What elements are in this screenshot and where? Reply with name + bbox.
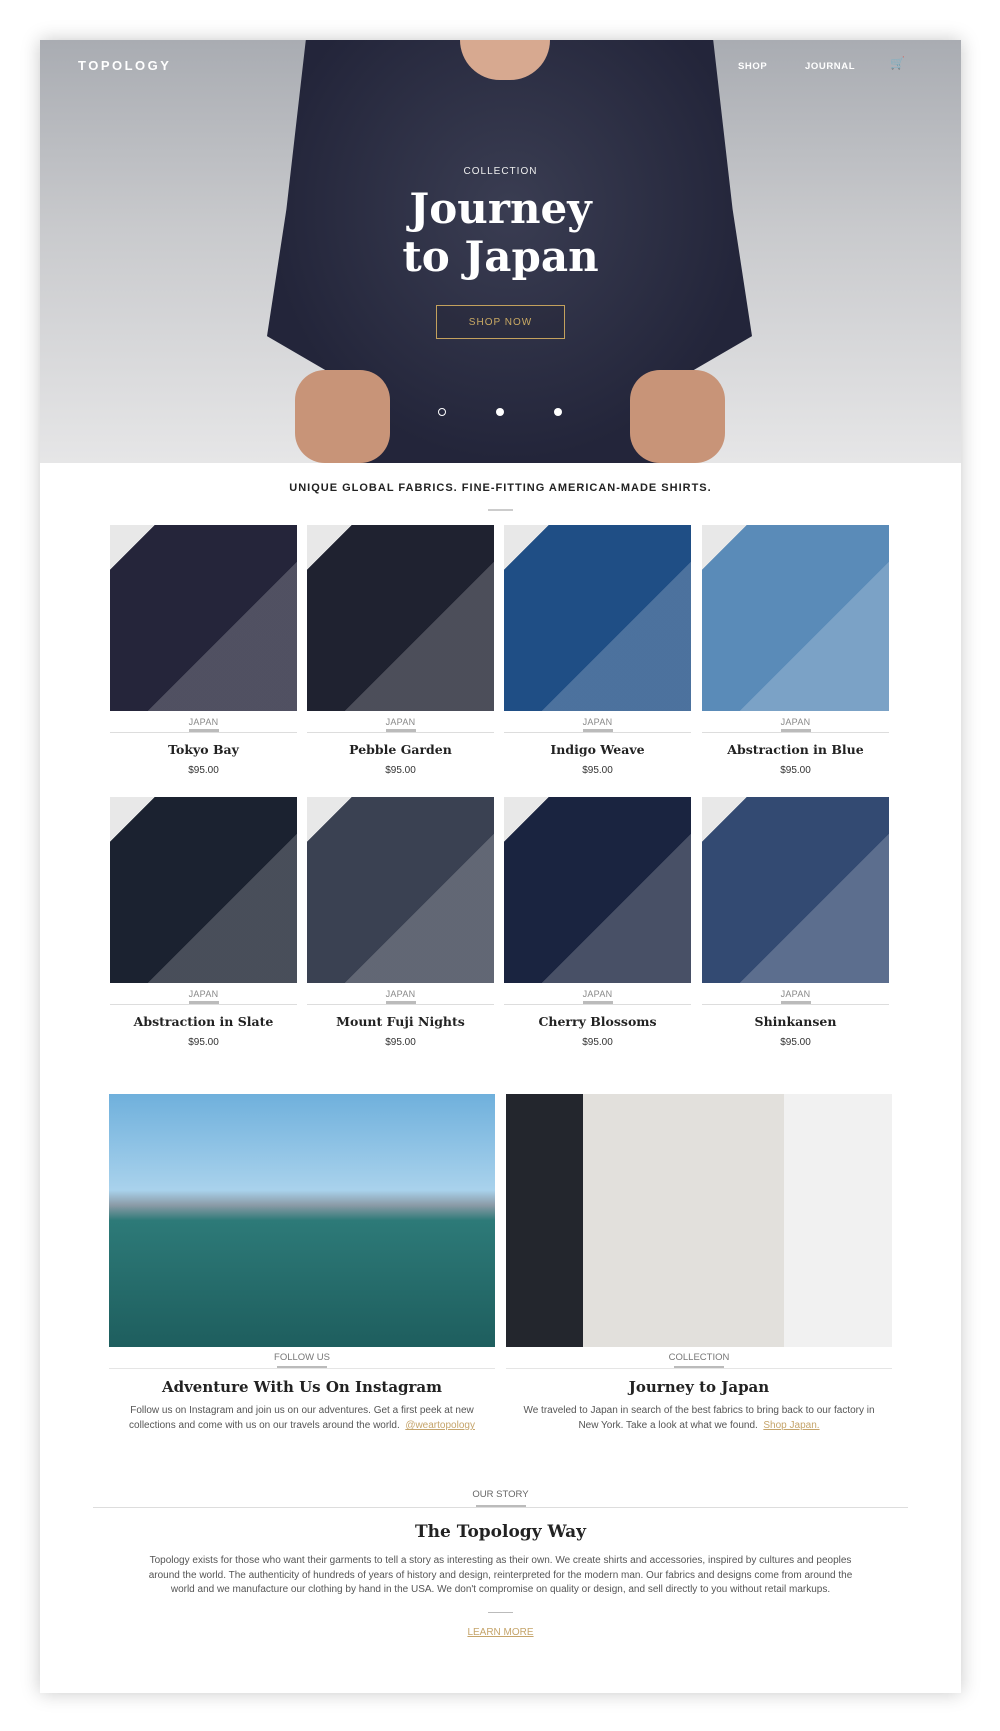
product-card[interactable]: JAPAN Cherry Blossoms $95.00 — [504, 797, 691, 1048]
divider — [488, 1611, 513, 1613]
hero-kicker: COLLECTION — [463, 166, 538, 177]
feature-link[interactable]: Shop Japan. — [763, 1420, 819, 1431]
product-name[interactable]: Abstraction in Blue — [702, 742, 889, 757]
product-category: JAPAN — [188, 989, 219, 999]
feature-category: FOLLOW US — [274, 1352, 330, 1363]
product-category: JAPAN — [582, 717, 613, 727]
product-name[interactable]: Shinkansen — [702, 1014, 889, 1029]
divider — [702, 1004, 889, 1005]
product-image[interactable] — [504, 797, 691, 983]
hero-image-arm — [630, 370, 725, 463]
carousel-dot-3[interactable] — [554, 408, 562, 416]
feature-card: COLLECTION Journey to Japan We traveled … — [506, 1094, 892, 1433]
shop-now-button[interactable]: SHOP NOW — [436, 305, 565, 339]
cart-icon[interactable]: 🛒 — [890, 56, 905, 70]
divider — [506, 1368, 892, 1369]
product-card[interactable]: JAPAN Mount Fuji Nights $95.00 — [307, 797, 494, 1048]
carousel-dot-2[interactable] — [496, 408, 504, 416]
product-name[interactable]: Tokyo Bay — [110, 742, 297, 757]
product-name[interactable]: Abstraction in Slate — [110, 1014, 297, 1029]
product-category: JAPAN — [780, 717, 811, 727]
product-name[interactable]: Indigo Weave — [504, 742, 691, 757]
product-image[interactable] — [110, 797, 297, 983]
feature-title: Adventure With Us On Instagram — [161, 1378, 443, 1396]
feature-image[interactable] — [109, 1094, 495, 1347]
product-card[interactable]: JAPAN Pebble Garden $95.00 — [307, 525, 494, 776]
divider — [93, 1507, 908, 1508]
product-category: JAPAN — [780, 989, 811, 999]
divider — [702, 732, 889, 733]
product-card[interactable]: JAPAN Abstraction in Blue $95.00 — [702, 525, 889, 776]
story-title: The Topology Way — [415, 1522, 586, 1542]
divider — [504, 732, 691, 733]
product-category: JAPAN — [582, 989, 613, 999]
product-name[interactable]: Cherry Blossoms — [504, 1014, 691, 1029]
feature-link[interactable]: @weartopology — [405, 1420, 475, 1431]
tagline: UNIQUE GLOBAL FABRICS. FINE-FITTING AMER… — [289, 482, 712, 494]
product-card[interactable]: JAPAN Indigo Weave $95.00 — [504, 525, 691, 776]
product-card[interactable]: JAPAN Tokyo Bay $95.00 — [110, 525, 297, 776]
carousel-dot-1[interactable] — [438, 408, 446, 416]
divider — [504, 1004, 691, 1005]
product-image[interactable] — [307, 525, 494, 711]
product-card[interactable]: JAPAN Abstraction in Slate $95.00 — [110, 797, 297, 1048]
logo[interactable]: TOPOLOGY — [78, 58, 171, 73]
hero-title-text: Journey to Japan — [402, 184, 599, 281]
divider — [110, 732, 297, 733]
feature-text-body: We traveled to Japan in search of the be… — [523, 1405, 875, 1431]
hero-carousel: TOPOLOGY SHOP JOURNAL 🛒 COLLECTION Journ… — [40, 40, 961, 463]
product-name[interactable]: Mount Fuji Nights — [307, 1014, 494, 1029]
product-name[interactable]: Pebble Garden — [307, 742, 494, 757]
hero-image-arm — [295, 370, 390, 463]
feature-title: Journey to Japan — [628, 1378, 770, 1396]
feature-text: Follow us on Instagram and join us on ou… — [109, 1403, 495, 1433]
product-category: JAPAN — [385, 989, 416, 999]
divider — [110, 1004, 297, 1005]
product-price: $95.00 — [780, 1037, 811, 1048]
product-price: $95.00 — [780, 765, 811, 776]
nav-journal[interactable]: JOURNAL — [805, 61, 855, 72]
story-text: Topology exists for those who want their… — [148, 1555, 853, 1595]
product-price: $95.00 — [582, 1037, 613, 1048]
product-image[interactable] — [504, 525, 691, 711]
feature-text: We traveled to Japan in search of the be… — [506, 1403, 892, 1433]
divider — [307, 732, 494, 733]
product-image[interactable] — [702, 797, 889, 983]
divider — [307, 1004, 494, 1005]
hero-title: Journey to Japan — [40, 185, 961, 281]
product-category: JAPAN — [385, 717, 416, 727]
product-image[interactable] — [110, 525, 297, 711]
learn-more-link[interactable]: LEARN MORE — [467, 1627, 533, 1638]
product-price: $95.00 — [385, 765, 416, 776]
divider — [488, 509, 513, 511]
story-category: OUR STORY — [472, 1489, 529, 1500]
product-category: JAPAN — [188, 717, 219, 727]
product-price: $95.00 — [385, 1037, 416, 1048]
product-image[interactable] — [702, 525, 889, 711]
product-image[interactable] — [307, 797, 494, 983]
product-price: $95.00 — [188, 765, 219, 776]
product-card[interactable]: JAPAN Shinkansen $95.00 — [702, 797, 889, 1048]
feature-image[interactable] — [506, 1094, 892, 1347]
nav-shop[interactable]: SHOP — [738, 61, 767, 72]
product-price: $95.00 — [188, 1037, 219, 1048]
page: TOPOLOGY SHOP JOURNAL 🛒 COLLECTION Journ… — [40, 40, 961, 1693]
divider — [109, 1368, 495, 1369]
feature-card: FOLLOW US Adventure With Us On Instagram… — [109, 1094, 495, 1433]
product-price: $95.00 — [582, 765, 613, 776]
feature-category: COLLECTION — [668, 1352, 730, 1363]
our-story: OUR STORY The Topology Way Topology exis… — [40, 1484, 961, 1640]
